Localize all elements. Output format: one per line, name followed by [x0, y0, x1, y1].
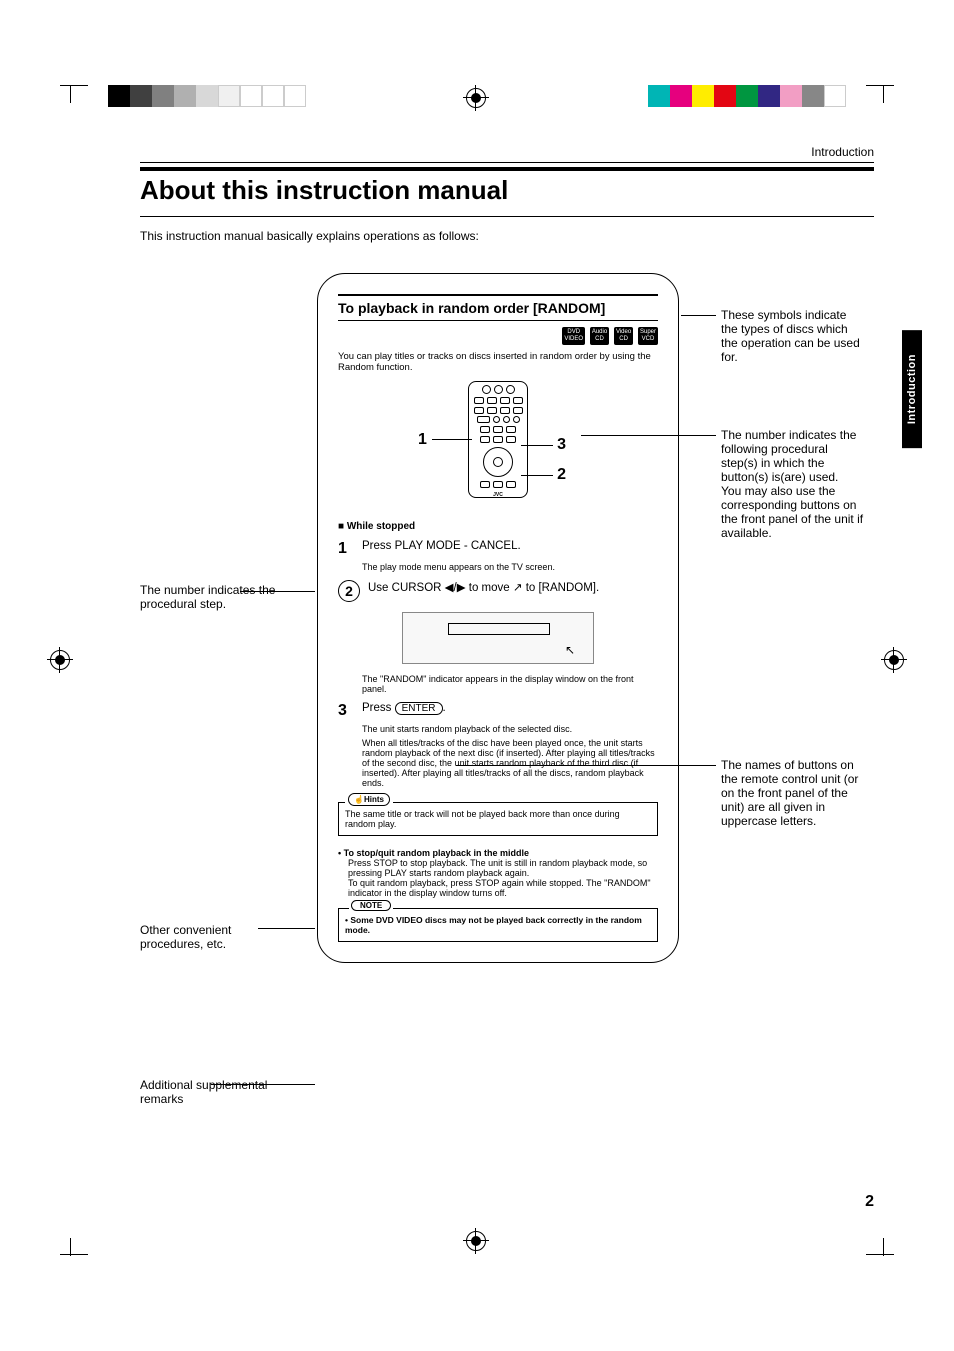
disc-symbol-svcd: Super VCD [638, 327, 658, 345]
callout-2: 2 [557, 466, 566, 484]
connector-right-1 [681, 315, 716, 317]
page-number: 2 [865, 1193, 874, 1211]
annotation-additional-remarks: Additional supplemental remarks [140, 1078, 280, 1106]
hints-box: ☝Hints The same title or track will not … [338, 802, 658, 836]
stop-quit-text: Press STOP to stop playback. The unit is… [348, 858, 658, 898]
left-annotations: The number indicates the procedural step… [140, 273, 305, 963]
step-2: 2 Use CURSOR ◀/▶ to move ↖ to [RANDOM]. [338, 580, 658, 602]
while-stopped-heading: ■ While stopped [338, 521, 658, 532]
connector-left-3 [211, 1084, 315, 1086]
intro-text: This instruction manual basically explai… [140, 229, 874, 243]
annotation-disc-symbols: These symbols indicate the types of disc… [721, 308, 866, 364]
step-2-after: to [RANDOM]. [523, 582, 600, 594]
hints-icon: ☝ [354, 795, 364, 804]
cursor-arrow-icon: ↖ [565, 643, 575, 657]
connector-left-2 [258, 928, 315, 930]
running-header: Introduction [140, 145, 874, 163]
crop-tr2 [866, 85, 894, 87]
hints-label-text: Hints [364, 795, 384, 804]
callout-line-3 [521, 445, 553, 446]
note-box: NOTE • Some DVD VIDEO discs may not be p… [338, 908, 658, 942]
rule-thin [140, 216, 874, 217]
connector-right-3 [456, 765, 716, 767]
crop-bl2 [60, 1254, 88, 1256]
page-title: About this instruction manual [140, 175, 874, 206]
callout-1: 1 [418, 431, 427, 449]
menu-bar-icon [448, 623, 550, 635]
crop-tl [70, 85, 89, 103]
page: Introduction About this instruction manu… [0, 0, 954, 1351]
example-desc: You can play titles or tracks on discs i… [338, 351, 658, 373]
step-1-text: Press PLAY MODE - CANCEL. [362, 540, 658, 558]
rule-thick [140, 167, 874, 171]
note-text: • Some DVD VIDEO discs may not be played… [345, 915, 651, 935]
step-3-after: . [443, 702, 446, 714]
color-bar-left [108, 85, 306, 107]
step-2-result: The "RANDOM" indicator appears in the di… [362, 674, 658, 694]
annotation-procedural-step: The number indicates the procedural step… [140, 583, 280, 611]
annotation-callout-number: The number indicates the following proce… [721, 428, 866, 540]
hints-text: The same title or track will not be play… [345, 809, 651, 829]
registration-mark-bottom [466, 1231, 486, 1251]
step-3-note2: When all titles/tracks of the disc have … [362, 738, 658, 788]
enter-button-label: ENTER [395, 702, 443, 715]
callout-3: 3 [557, 436, 566, 454]
right-annotations: These symbols indicate the types of disc… [691, 273, 866, 963]
registration-mark-top [466, 88, 486, 108]
disc-symbols: DVD VIDEO Audio CD Video CD Super VCD [338, 327, 658, 345]
hints-label: ☝Hints [345, 793, 393, 806]
side-tab: Introduction [902, 330, 922, 448]
disc-symbol-vcd: Video CD [614, 327, 633, 345]
crop-tr [865, 85, 884, 103]
step-1-note: The play mode menu appears on the TV scr… [362, 562, 658, 572]
color-bar-right [648, 85, 846, 107]
step-3: 3 Press ENTER. [338, 702, 658, 720]
step-3-text: Press ENTER. [362, 702, 658, 720]
step-3-press: Press [362, 702, 391, 714]
step-2-number-circled: 2 [338, 580, 360, 602]
step-3-note1: The unit starts random playback of the s… [362, 724, 658, 734]
annotation-button-names: The names of buttons on the remote contr… [721, 758, 866, 828]
crop-br2 [866, 1254, 894, 1256]
step-1: 1 Press PLAY MODE - CANCEL. [338, 540, 658, 558]
callout-line-1 [432, 439, 472, 440]
example-title: To playback in random order [RANDOM] [338, 294, 658, 321]
step-1-number: 1 [338, 540, 354, 558]
crop-tl2 [60, 85, 88, 87]
registration-mark-right [884, 650, 904, 670]
cursor-icon: ↖ [513, 580, 523, 594]
remote-brand: JVC [469, 492, 527, 498]
step-3-number: 3 [338, 702, 354, 720]
stop-quit-title: • To stop/quit random playback in the mi… [338, 848, 658, 858]
note-label-text: NOTE [351, 900, 391, 911]
example-layout: The number indicates the procedural step… [140, 273, 874, 963]
tv-screen-diagram: ↖ [402, 612, 594, 664]
disc-symbol-acd: Audio CD [590, 327, 609, 345]
connector-left-1 [240, 591, 315, 593]
content-area: Introduction About this instruction manu… [140, 145, 874, 1211]
connector-right-2 [581, 435, 716, 437]
example-box: To playback in random order [RANDOM] DVD… [317, 273, 679, 963]
stop-quit-section: • To stop/quit random playback in the mi… [338, 848, 658, 898]
callout-line-2 [521, 475, 553, 476]
disc-symbol-dvd: DVD VIDEO [562, 327, 585, 345]
remote-icon: JVC [468, 381, 528, 498]
registration-mark-left [50, 650, 70, 670]
note-label: NOTE [349, 900, 393, 911]
step-2-before: Use CURSOR ◀/▶ to move [368, 582, 513, 594]
step-2-text: Use CURSOR ◀/▶ to move ↖ to [RANDOM]. [368, 580, 658, 594]
remote-diagram: JVC 1 3 2 [338, 381, 658, 511]
